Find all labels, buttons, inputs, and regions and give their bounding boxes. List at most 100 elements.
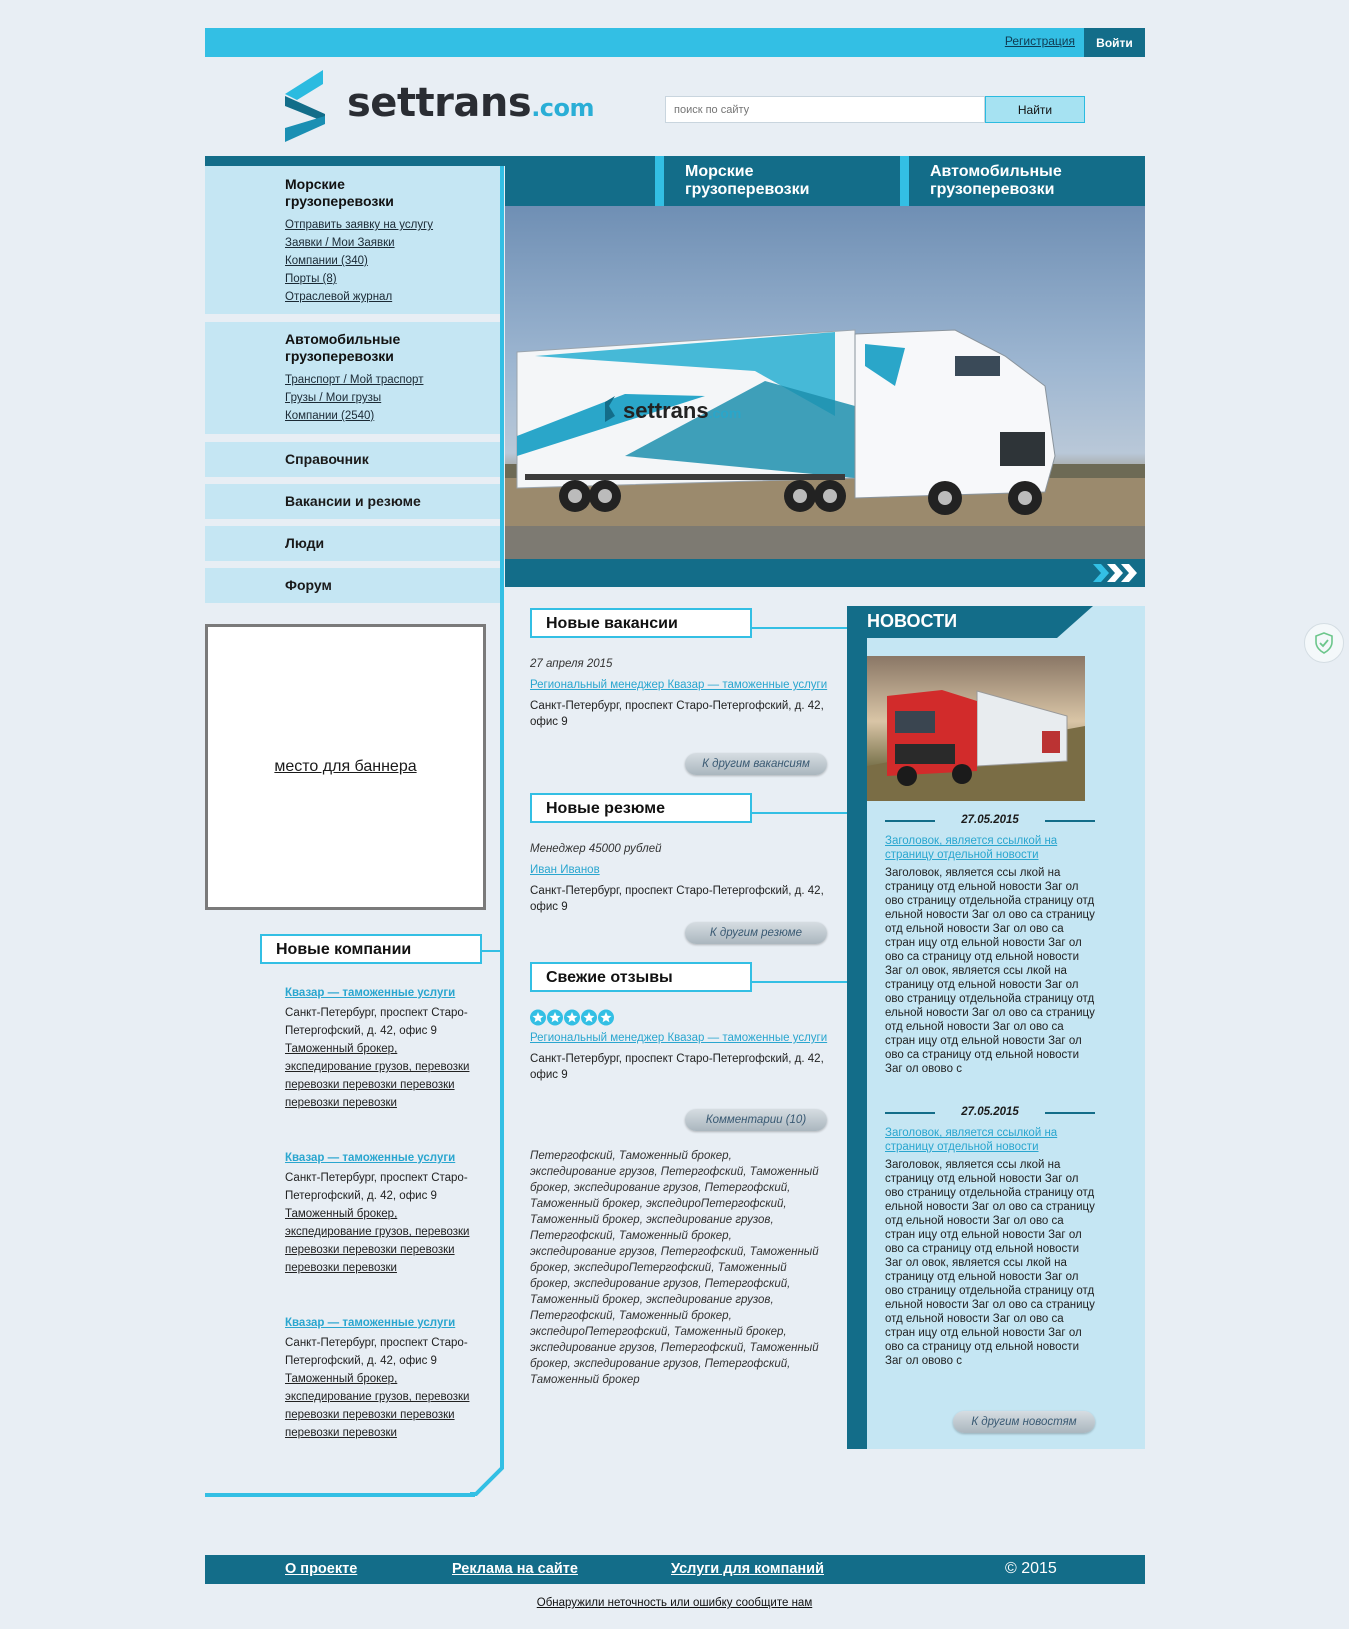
news-text: Заголовок, является ссы лкой на страницу… — [885, 1159, 1095, 1367]
company-address: Санкт-Петербург, проспект Старо-Петергоф… — [285, 1337, 468, 1367]
company-link[interactable]: Квазар — таможенные услуги — [285, 1149, 485, 1167]
company-item: Квазар — таможенные услуги Санкт-Петербу… — [285, 984, 485, 1112]
news-image[interactable] — [867, 656, 1085, 801]
sidebar-auto-title[interactable]: Автомобильные грузоперевозки — [285, 331, 435, 365]
company-link[interactable]: Квазар — таможенные услуги — [285, 984, 485, 1002]
main-menu: Морские грузоперевозки Автомобильные гру… — [505, 156, 1145, 206]
company-item: Квазар — таможенные услуги Санкт-Петербу… — [285, 1314, 485, 1442]
sidebar-link[interactable]: Компании (340) — [285, 252, 433, 270]
vacancy-date: 27 апреля 2015 — [530, 658, 613, 670]
news-text: Заголовок, является ссы лкой на страницу… — [885, 867, 1095, 1075]
menu-item-sea[interactable]: Морские грузоперевозки — [685, 156, 875, 206]
sidebar-item-people[interactable]: Люди — [205, 526, 500, 561]
menu-item-auto[interactable]: Автомобильные грузоперевозки — [930, 156, 1120, 206]
sidebar-link[interactable]: Отправить заявку на услугу — [285, 216, 433, 234]
sidebar-link[interactable]: Порты (8) — [285, 270, 433, 288]
sidebar-item-label: Справочник — [285, 451, 369, 467]
news-truck-illustration — [867, 690, 1085, 801]
vacancies-title: Новые вакансии — [546, 615, 678, 632]
menu-separator — [655, 156, 664, 206]
login-button[interactable]: Войти — [1084, 28, 1145, 57]
rating-stars — [530, 1009, 616, 1031]
sidebar-item-label: Люди — [285, 535, 325, 551]
sidebar-item-label: Форум — [285, 577, 332, 593]
search-input[interactable] — [665, 96, 985, 123]
more-news-button[interactable]: К другим новостям — [953, 1411, 1095, 1433]
truck-brand-domain: .com — [709, 405, 742, 421]
copyright: © 2015 — [1005, 1560, 1057, 1577]
resumes-heading-line — [750, 812, 847, 814]
reviews-title: Свежие отзывы — [546, 969, 673, 986]
company-tags[interactable]: Таможенный брокер, экспедирование грузов… — [285, 1205, 485, 1277]
sidebar-sea-block: Морские грузоперевозки Отправить заявку … — [205, 166, 500, 314]
sidebar-bottom-line — [205, 1493, 475, 1497]
footer-about-link[interactable]: О проекте — [285, 1561, 357, 1577]
menu-separator — [900, 156, 909, 206]
news-link[interactable]: Заголовок, является ссылкой на страницу … — [885, 1126, 1095, 1154]
sidebar-auto-block: Автомобильные грузоперевозки Транспорт /… — [205, 322, 500, 434]
sidebar-sea-title[interactable]: Морские грузоперевозки — [285, 176, 435, 210]
resume-item: Менеджер 45000 рублей Иван Иванов Санкт-… — [530, 841, 830, 915]
banner-label: место для баннера — [274, 758, 417, 775]
comments-button[interactable]: Комментарии (10) — [685, 1109, 827, 1131]
company-address: Санкт-Петербург, проспект Старо-Петергоф… — [285, 1172, 468, 1202]
reviews-heading: Свежие отзывы — [530, 962, 752, 992]
news-link[interactable]: Заголовок, является ссылкой на страницу … — [885, 834, 1095, 862]
sidebar-link[interactable]: Транспорт / Мой траспорт — [285, 371, 423, 389]
register-link[interactable]: Регистрация — [1005, 34, 1075, 48]
resume-address: Санкт-Петербург, проспект Старо-Петергоф… — [530, 885, 824, 913]
report-error-link[interactable]: Обнаружили неточность или ошибку сообщит… — [537, 1597, 812, 1609]
shield-check-icon — [1315, 632, 1333, 654]
logo-mark-icon — [285, 70, 325, 142]
resume-name-link[interactable]: Иван Иванов — [530, 862, 830, 878]
sidebar-item-vacancies[interactable]: Вакансии и резюме — [205, 484, 500, 519]
resumes-title: Новые резюме — [546, 800, 665, 817]
star-rating-icon — [530, 1009, 614, 1026]
top-bar: Регистрация Войти — [205, 28, 1145, 57]
footer-services-link[interactable]: Услуги для компаний — [671, 1561, 824, 1577]
review-address: Санкт-Петербург, проспект Старо-Петергоф… — [530, 1053, 824, 1081]
site-logo[interactable]: settrans.com — [285, 70, 595, 142]
sidebar-divider — [500, 166, 504, 1466]
truck-brand-name: settrans — [623, 398, 709, 423]
sidebar-item-directory[interactable]: Справочник — [205, 442, 500, 477]
sidebar-link[interactable]: Компании (2540) — [285, 407, 423, 425]
shield-widget[interactable] — [1304, 623, 1344, 663]
footer-bar: О проекте Реклама на сайте Услуги для ко… — [205, 1555, 1145, 1584]
company-tags[interactable]: Таможенный брокер, экспедирование грузов… — [285, 1370, 485, 1442]
next-slide-icon[interactable] — [1093, 564, 1139, 582]
company-link[interactable]: Квазар — таможенные услуги — [285, 1314, 485, 1332]
more-resumes-button[interactable]: К другим резюме — [685, 922, 827, 944]
more-vacancies-button[interactable]: К другим вакансиям — [685, 753, 827, 775]
sidebar-link[interactable]: Отраслевой журнал — [285, 288, 433, 306]
companies-heading: Новые компании — [260, 934, 482, 964]
reviews-heading-line — [750, 981, 847, 983]
hero-image: settrans.com — [505, 206, 1145, 559]
review-item: Региональный менеджер Квазар — таможенны… — [530, 1030, 830, 1083]
sidebar-link[interactable]: Грузы / Мои грузы — [285, 389, 423, 407]
sidebar-link[interactable]: Заявки / Мои Заявки — [285, 234, 433, 252]
resumes-heading: Новые резюме — [530, 793, 752, 823]
banner-placeholder[interactable]: место для баннера — [205, 624, 486, 910]
company-tags[interactable]: Таможенный брокер, экспедирование грузов… — [285, 1040, 485, 1112]
company-address: Санкт-Петербург, проспект Старо-Петергоф… — [285, 1007, 468, 1037]
resume-position: Менеджер 45000 рублей — [530, 843, 662, 855]
sidebar-corner — [470, 1462, 504, 1496]
news-date: 27.05.2015 — [885, 1106, 1095, 1120]
companies-heading-line — [480, 950, 502, 952]
report-error: Обнаружили неточность или ошибку сообщит… — [0, 1597, 1349, 1609]
search-button[interactable]: Найти — [985, 96, 1085, 123]
sidebar-top-line — [205, 156, 505, 166]
truck-illustration: settrans.com — [505, 329, 1145, 559]
news-date-label: 27.05.2015 — [961, 1106, 1019, 1118]
news-panel-strip — [847, 606, 867, 1449]
vacancies-heading-line — [750, 627, 847, 629]
news-heading: НОВОСТИ — [847, 606, 1057, 638]
footer-ads-link[interactable]: Реклама на сайте — [452, 1561, 578, 1577]
news-item: Заголовок, является ссылкой на страницу … — [885, 834, 1095, 1076]
sidebar-item-forum[interactable]: Форум — [205, 568, 500, 603]
vacancy-link[interactable]: Региональный менеджер Квазар — таможенны… — [530, 677, 830, 693]
vacancy-item: 27 апреля 2015 Региональный менеджер Ква… — [530, 656, 830, 730]
sidebar-auto-links: Транспорт / Мой траспорт Грузы / Мои гру… — [285, 371, 423, 425]
review-link[interactable]: Региональный менеджер Квазар — таможенны… — [530, 1030, 830, 1046]
